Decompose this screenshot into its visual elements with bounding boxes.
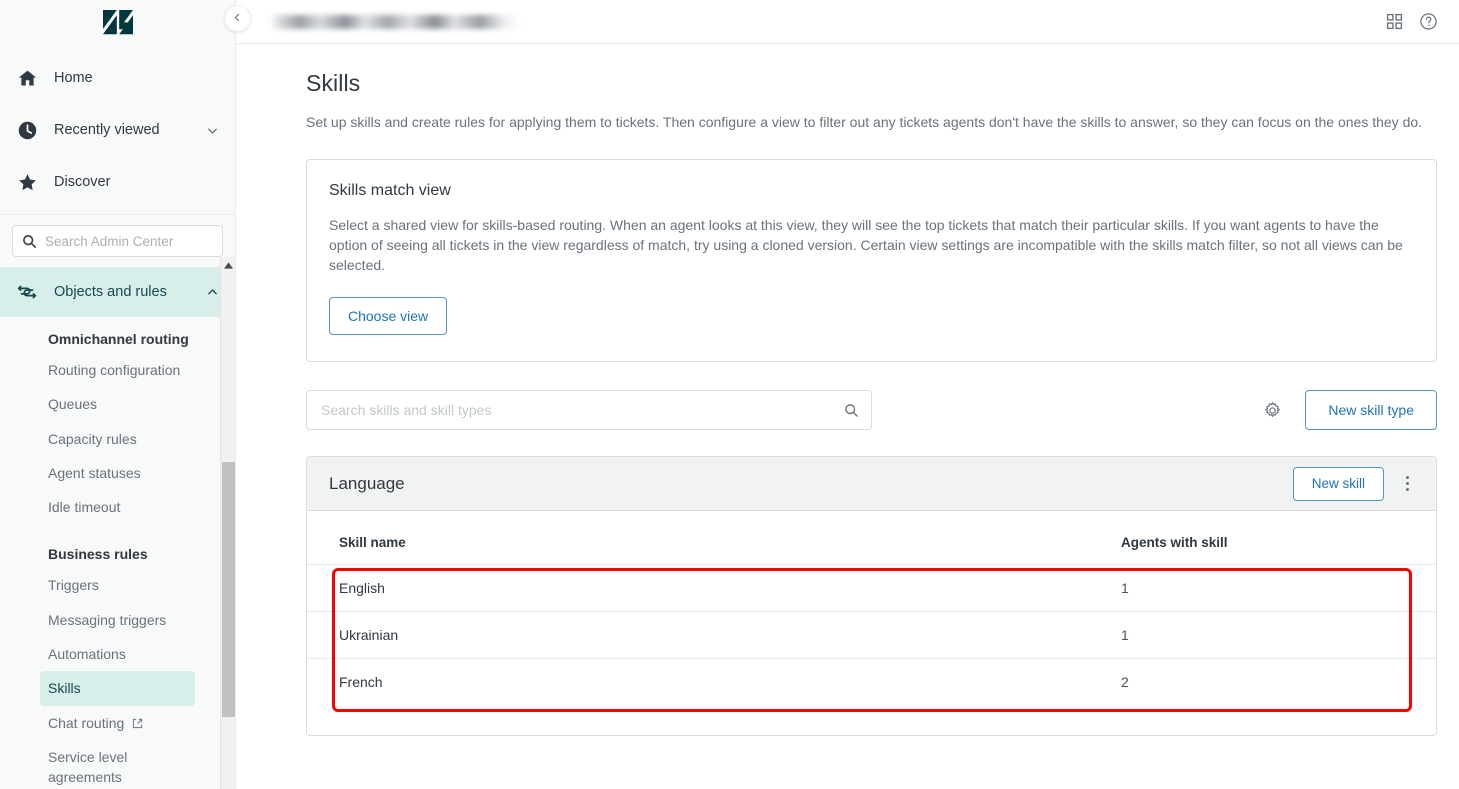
- search-input[interactable]: [45, 233, 214, 249]
- sidebar-item-recently-viewed[interactable]: Recently viewed: [0, 104, 235, 156]
- chevron-left-icon: [232, 10, 243, 28]
- sidebar-item-capacity-rules[interactable]: Capacity rules: [0, 422, 235, 456]
- external-link-icon: [132, 714, 143, 728]
- primary-nav: Home Recently viewed Discover: [0, 44, 235, 208]
- more-vertical-icon[interactable]: [1392, 467, 1422, 501]
- column-header-agents-with-skill: Agents with skill: [1097, 511, 1436, 566]
- chevron-up-icon[interactable]: [206, 286, 219, 299]
- sidebar-section-objects-and-rules[interactable]: Objects and rules: [0, 267, 235, 317]
- gear-icon[interactable]: [1255, 393, 1289, 427]
- sidebar-section-label: Objects and rules: [54, 284, 167, 300]
- skills-match-view-paragraph: Select a shared view for skills-based ro…: [329, 216, 1403, 274]
- skills-match-view-heading: Skills match view: [329, 181, 451, 199]
- search-icon: [21, 233, 37, 249]
- skill-type-title: Language: [329, 473, 405, 493]
- sidebar-item-messaging-triggers[interactable]: Messaging triggers: [0, 603, 235, 637]
- sidebar: Home Recently viewed Discover Search Adm…: [0, 0, 251, 789]
- sidebar-item-service-level-agreements[interactable]: Service level agreements: [0, 740, 150, 789]
- table-row[interactable]: Ukrainian 1: [307, 611, 1436, 660]
- admin-center-app: Home Recently viewed Discover Search Adm…: [0, 0, 1459, 789]
- help-circle-icon[interactable]: [1411, 5, 1445, 39]
- table-row[interactable]: English 1: [307, 564, 1436, 613]
- top-bar: [236, 0, 1459, 44]
- sidebar-item-chat-routing[interactable]: Chat routing: [0, 706, 235, 740]
- sidebar-scrollbar[interactable]: [220, 257, 235, 789]
- skills-table-head: Skill name Agents with skill: [307, 511, 1436, 566]
- page-content: Skills Set up skills and create rules fo…: [236, 44, 1459, 789]
- clock-icon: [16, 119, 38, 141]
- sidebar-item-triggers[interactable]: Triggers: [0, 568, 235, 602]
- skills-table-footer-space: [307, 705, 1436, 735]
- sidebar-item-idle-timeout[interactable]: Idle timeout: [0, 490, 235, 524]
- brand-row: [0, 0, 235, 44]
- new-skill-type-button[interactable]: New skill type: [1305, 390, 1437, 431]
- column-header-skill-name: Skill name: [307, 511, 1097, 566]
- skill-type-card-language: Language New skill Skill name Agents wit…: [306, 456, 1437, 737]
- sidebar-item-agent-statuses[interactable]: Agent statuses: [0, 456, 235, 490]
- collapse-sidebar-button[interactable]: [224, 5, 251, 32]
- search-icon: [843, 402, 859, 418]
- sidebar-item-discover[interactable]: Discover: [0, 156, 235, 208]
- sidebar-item-skills[interactable]: Skills: [40, 671, 195, 706]
- cell-skill-name: French: [339, 674, 383, 691]
- skills-table: Skill name Agents with skill English 1 U…: [307, 511, 1436, 705]
- cell-agents-with-skill: 1: [1097, 611, 1436, 660]
- sidebar-item-routing-configuration[interactable]: Routing configuration: [0, 353, 235, 387]
- sidebar-item-discover-label: Discover: [54, 174, 111, 190]
- skills-search-box[interactable]: [306, 390, 872, 431]
- zendesk-logo[interactable]: [102, 9, 133, 35]
- home-icon: [16, 67, 38, 89]
- skills-table-header-row: Skill name Agents with skill: [307, 511, 1436, 566]
- chevron-down-icon[interactable]: [205, 123, 219, 137]
- admin-search-box[interactable]: [12, 225, 223, 257]
- new-skill-button[interactable]: New skill: [1292, 466, 1384, 501]
- sidebar-group-title-business-rules: Business rules: [48, 546, 148, 563]
- skills-toolbar: New skill type: [306, 390, 1437, 431]
- cell-skill-name: Ukrainian: [307, 611, 1097, 660]
- objects-and-rules-icon: [16, 281, 38, 303]
- sidebar-item-home-label: Home: [54, 70, 93, 86]
- sidebar-item-chat-routing-label: Chat routing: [48, 714, 125, 731]
- page-description: Set up skills and create rules for apply…: [306, 114, 1423, 130]
- cell-agents-with-skill: 2: [1121, 674, 1129, 691]
- sidebar-item-automations[interactable]: Automations: [0, 637, 235, 671]
- sidebar-item-recently-viewed-label: Recently viewed: [54, 122, 160, 138]
- sidebar-scrollbar-thumb[interactable]: [222, 462, 235, 717]
- skill-type-card-header: Language New skill: [307, 457, 1436, 512]
- grid-apps-icon[interactable]: [1377, 5, 1411, 39]
- sidebar-subnav: Omnichannel routing Routing configuratio…: [0, 317, 235, 789]
- skills-match-view-card: Skills match view Select a shared view f…: [306, 158, 1437, 363]
- main-area: Skills Set up skills and create rules fo…: [236, 0, 1459, 789]
- scroll-up-arrow-icon[interactable]: [221, 257, 236, 273]
- cell-agents-with-skill: 1: [1097, 564, 1436, 613]
- sidebar-search-wrap: [0, 215, 235, 267]
- redacted-url-field: [270, 14, 520, 29]
- sidebar-group-title-omnichannel: Omnichannel routing: [48, 331, 189, 347]
- sidebar-item-queues[interactable]: Queues: [0, 387, 235, 421]
- choose-view-button[interactable]: Choose view: [329, 297, 448, 336]
- sidebar-item-home[interactable]: Home: [0, 52, 235, 104]
- table-row[interactable]: French 2: [307, 659, 1436, 706]
- skills-table-body: English 1 Ukrainian 1 French 2: [307, 564, 1436, 706]
- cell-skill-name: English: [307, 564, 1097, 613]
- star-icon: [16, 171, 38, 193]
- page-title: Skills: [306, 70, 361, 96]
- skills-match-view-body: Skills match view Select a shared view f…: [307, 160, 1436, 362]
- skills-search-input[interactable]: [321, 402, 843, 419]
